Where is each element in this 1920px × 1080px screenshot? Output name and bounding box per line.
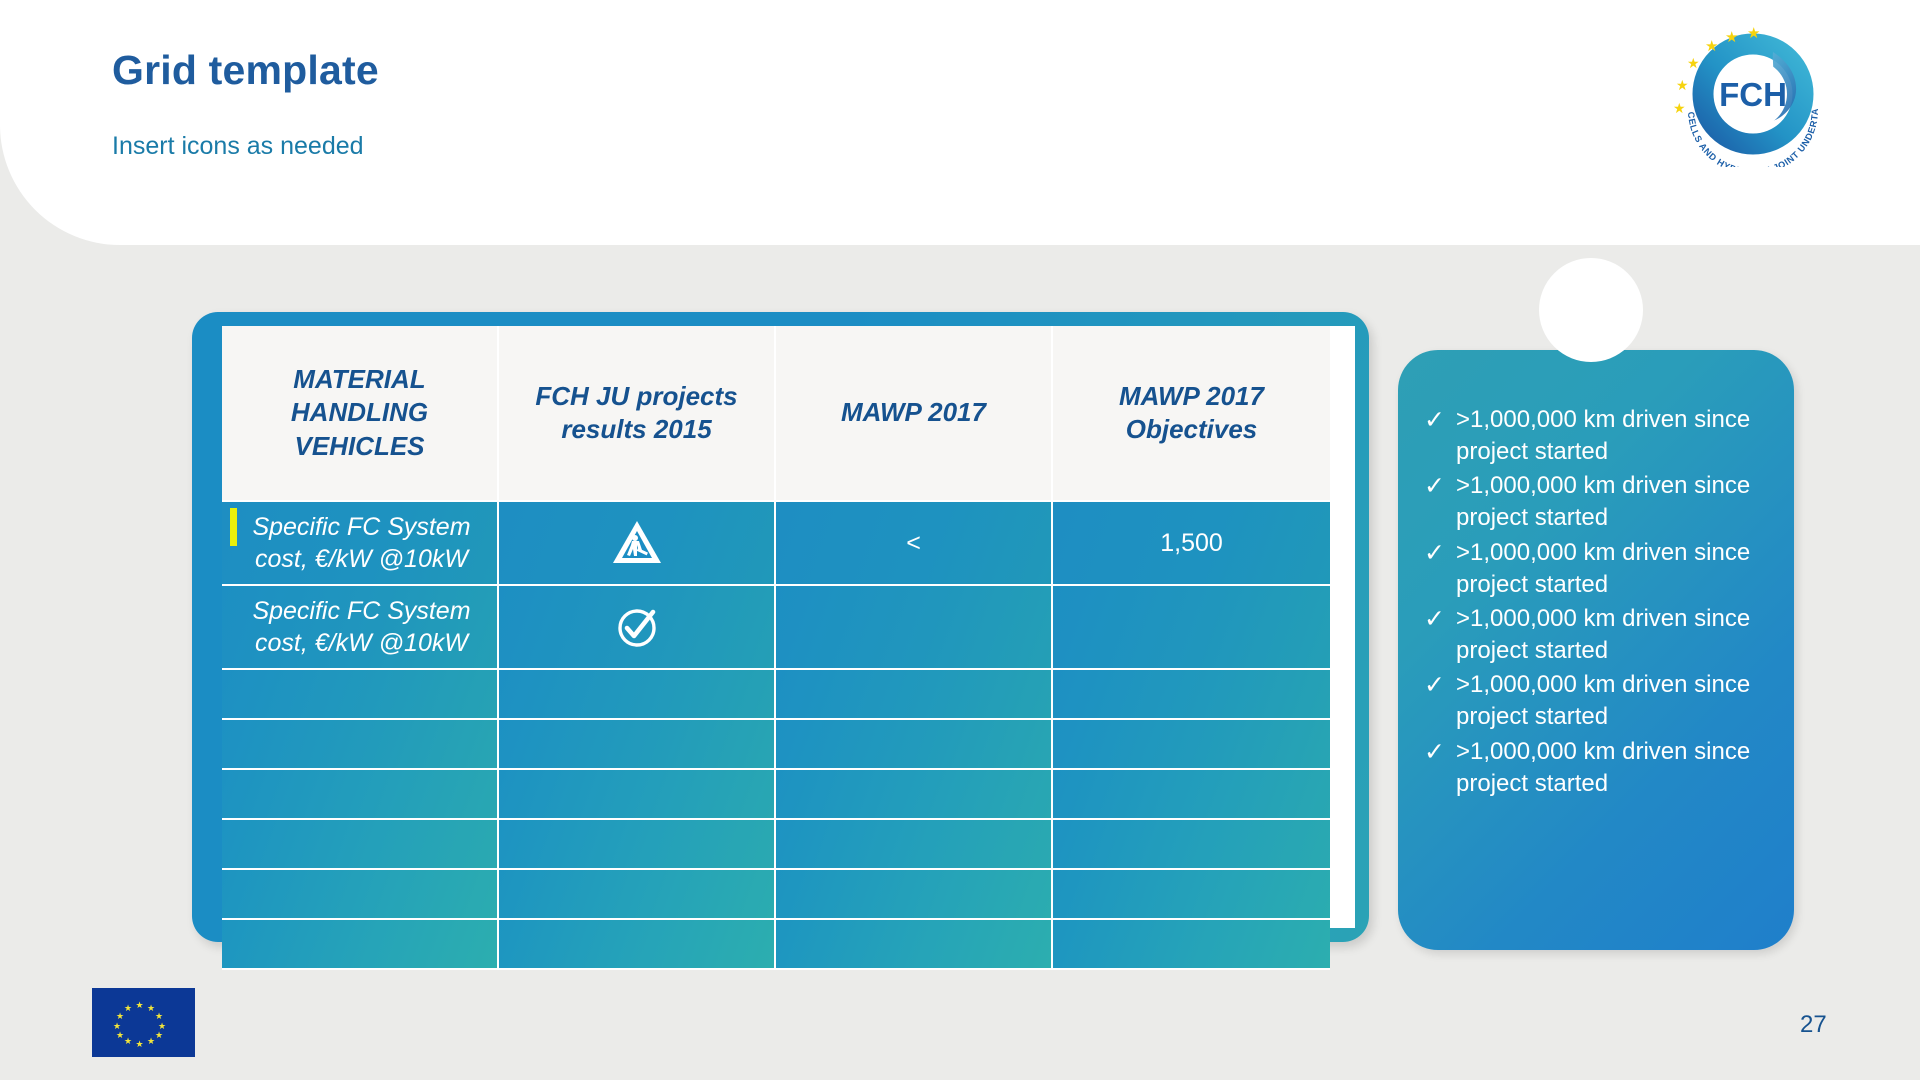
svg-text:★: ★	[1725, 29, 1738, 46]
check-icon: ✓	[1424, 406, 1445, 434]
table-cell-icon[interactable]	[499, 586, 776, 670]
page-subtitle: Insert icons as needed	[112, 132, 364, 160]
table-header-material-handling-vehicles: MATERIAL HANDLING VEHICLES	[222, 326, 499, 502]
svg-text:★: ★	[1747, 25, 1760, 42]
svg-text:★: ★	[116, 1030, 124, 1040]
table-cell-mawp-2017[interactable]	[776, 920, 1053, 970]
list-item-text: >1,000,000 km driven since project start…	[1456, 538, 1751, 598]
table-row[interactable]: Specific FC System cost, €/kW @10kW	[222, 586, 499, 670]
data-table-card: MATERIAL HANDLING VEHICLES FCH JU projec…	[192, 312, 1369, 970]
list-item-text: >1,000,000 km driven since project start…	[1456, 604, 1751, 665]
table-row[interactable]	[222, 720, 499, 770]
table-header-fch-ju-projects-results-2015: FCH JU projects results 2015	[499, 326, 776, 502]
slide-canvas: Grid template Insert icons as needed FCH…	[0, 0, 1920, 1080]
svg-text:★: ★	[155, 1030, 163, 1040]
table-header-mawp-2017: MAWP 2017	[776, 326, 1053, 502]
list-item-text: >1,000,000 km driven since project start…	[1456, 472, 1751, 532]
table-row[interactable]	[222, 820, 499, 870]
text-cursor-caret	[230, 508, 237, 546]
table-cell-icon[interactable]	[499, 820, 776, 870]
fch-logo: FCH ★ ★ ★ ★ ★ ★ FUEL CELLS AND HYDROGEN …	[1656, 14, 1850, 177]
table-row[interactable]	[222, 670, 499, 720]
svg-text:★: ★	[1705, 38, 1718, 55]
table-cell-mawp-2017[interactable]	[776, 770, 1053, 820]
table-header-mawp-2017-objectives: MAWP 2017 Objectives	[1053, 326, 1330, 502]
list-item: ✓ >1,000,000 km driven since project sta…	[1424, 736, 1768, 800]
check-circle-icon	[611, 601, 663, 653]
table-cell-mawp-2017[interactable]	[776, 820, 1053, 870]
table-cell-mawp-2017-objectives[interactable]	[1053, 670, 1330, 720]
table-cell-mawp-2017-objectives[interactable]	[1053, 586, 1330, 670]
svg-text:★: ★	[1676, 77, 1689, 93]
table-row[interactable]	[222, 770, 499, 820]
svg-text:★: ★	[1673, 100, 1686, 116]
table-cell-mawp-2017[interactable]: <	[776, 502, 1053, 586]
roadworks-icon	[611, 517, 663, 569]
svg-text:★: ★	[147, 1003, 155, 1013]
table-cell-mawp-2017[interactable]	[776, 586, 1053, 670]
list-item: ✓ >1,000,000 km driven since project sta…	[1424, 404, 1768, 468]
svg-text:★: ★	[135, 1039, 143, 1049]
table-cell-mawp-2017[interactable]	[776, 870, 1053, 920]
table-cell-icon[interactable]	[499, 502, 776, 586]
svg-text:★: ★	[124, 1003, 132, 1013]
list-item-text: >1,000,000 km driven since project start…	[1456, 737, 1751, 797]
list-item: ✓ >1,000,000 km driven since project sta…	[1424, 537, 1768, 601]
table-cell-icon[interactable]	[499, 770, 776, 820]
page-number: 27	[1800, 1011, 1827, 1038]
svg-text:★: ★	[155, 1011, 163, 1021]
list-item-text: >1,000,000 km driven since project start…	[1456, 671, 1751, 731]
row-label: Specific FC System cost, €/kW @10kW	[252, 512, 471, 574]
check-icon: ✓	[1424, 671, 1445, 700]
list-item-text: >1,000,000 km driven since project start…	[1456, 406, 1751, 466]
table-cell-mawp-2017-objectives[interactable]	[1053, 720, 1330, 770]
table-cell-mawp-2017-objectives[interactable]	[1053, 920, 1330, 970]
svg-text:★: ★	[124, 1036, 132, 1046]
header-band	[0, 0, 1920, 245]
row-label: Specific FC System cost, €/kW @10kW	[252, 596, 471, 658]
table-cell-mawp-2017[interactable]	[776, 670, 1053, 720]
list-item: ✓ >1,000,000 km driven since project sta…	[1424, 669, 1768, 733]
svg-text:★: ★	[135, 1000, 143, 1010]
table-cell-icon[interactable]	[499, 920, 776, 970]
table-row[interactable]	[222, 920, 499, 970]
check-icon: ✓	[1424, 538, 1445, 567]
svg-text:★: ★	[116, 1011, 124, 1021]
checklist-panel: ✓ >1,000,000 km driven since project sta…	[1398, 350, 1794, 950]
table-cell-icon[interactable]	[499, 720, 776, 770]
table-row[interactable]: Specific FC System cost, €/kW @10kW	[222, 502, 499, 586]
table-cell-mawp-2017[interactable]	[776, 720, 1053, 770]
list-item: ✓ >1,000,000 km driven since project sta…	[1424, 470, 1768, 534]
check-icon: ✓	[1424, 604, 1445, 633]
table-row[interactable]	[222, 870, 499, 920]
check-icon: ✓	[1424, 737, 1445, 766]
table-cell-mawp-2017-objectives[interactable]: 1,500	[1053, 502, 1330, 586]
eu-flag-icon: ★ ★ ★ ★ ★ ★ ★ ★ ★ ★ ★ ★	[92, 988, 195, 1057]
table-cell-mawp-2017-objectives[interactable]	[1053, 820, 1330, 870]
table-cell-mawp-2017-objectives[interactable]	[1053, 770, 1330, 820]
panel-icon-bubble	[1539, 258, 1643, 362]
list-item: ✓ >1,000,000 km driven since project sta…	[1424, 603, 1768, 667]
checklist: ✓ >1,000,000 km driven since project sta…	[1424, 404, 1768, 800]
svg-text:★: ★	[147, 1036, 155, 1046]
page-title: Grid template	[112, 47, 379, 93]
table-cell-icon[interactable]	[499, 870, 776, 920]
table-cell-mawp-2017-objectives[interactable]	[1053, 870, 1330, 920]
fch-acronym: FCH	[1719, 76, 1787, 113]
check-icon: ✓	[1424, 472, 1445, 501]
data-table: MATERIAL HANDLING VEHICLES FCH JU projec…	[222, 326, 1355, 970]
svg-text:★: ★	[1687, 55, 1700, 71]
table-cell-icon[interactable]	[499, 670, 776, 720]
